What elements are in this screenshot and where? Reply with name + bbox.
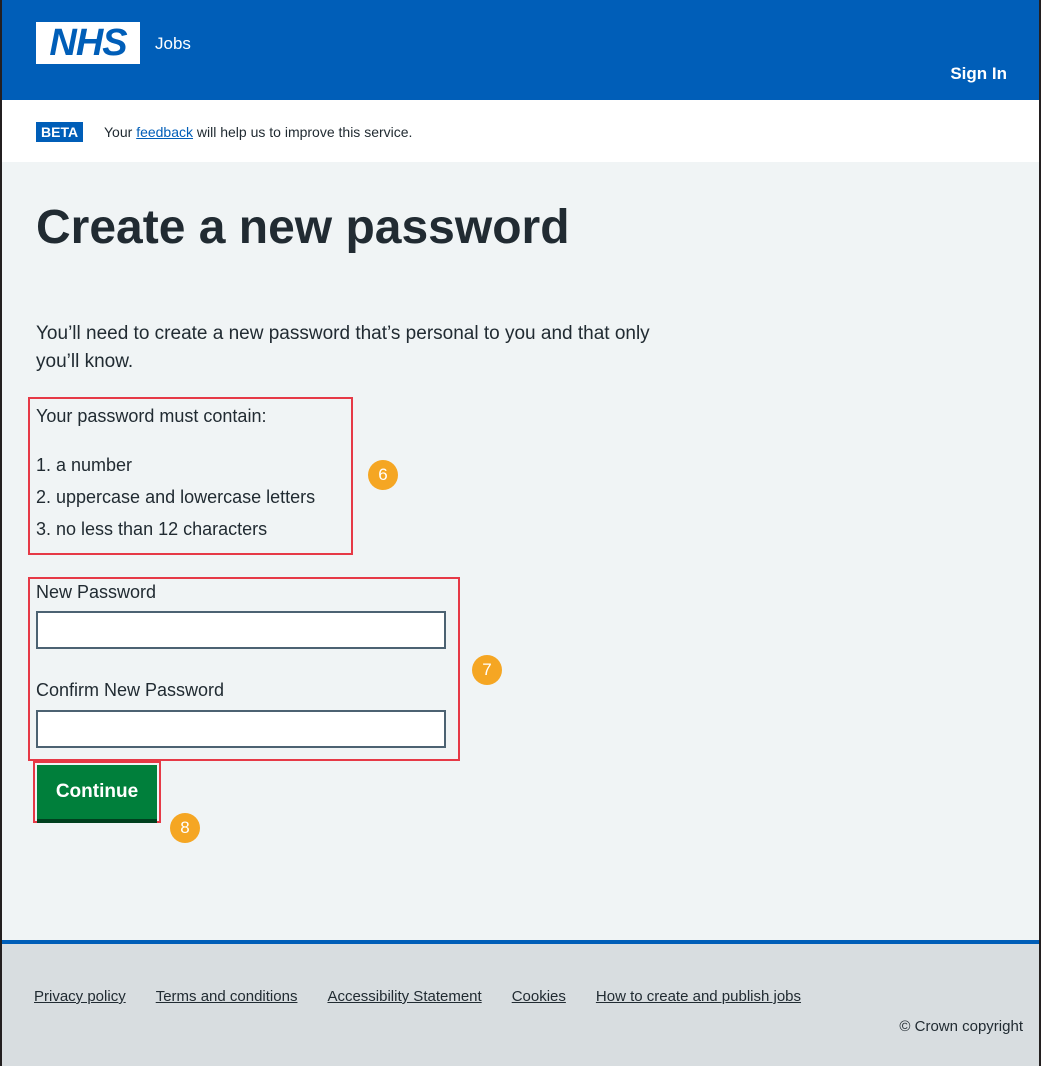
main-content: Create a new password You’ll need to cre… [2, 162, 1039, 940]
accessibility-statement-link[interactable]: Accessibility Statement [327, 988, 481, 1005]
step-badge-7: 7 [472, 655, 502, 685]
step-badge-6: 6 [368, 460, 398, 490]
requirements-list: 1. a number 2. uppercase and lowercase l… [36, 452, 315, 548]
beta-tag: BETA [36, 122, 84, 142]
nhs-logo[interactable]: NHS [36, 22, 140, 64]
new-password-input[interactable] [36, 611, 446, 649]
requirement-item: 1. a number [36, 455, 133, 475]
confirm-password-label: Confirm New Password [36, 680, 225, 700]
privacy-policy-link[interactable]: Privacy policy [34, 988, 126, 1005]
footer-links: Privacy policy Terms and conditions Access… [34, 988, 831, 1005]
continue-button[interactable]: Continue [37, 765, 157, 819]
page-title: Create a new password [36, 201, 570, 254]
copyright-text: © Crown copyright [899, 1018, 1023, 1035]
how-to-publish-jobs-link[interactable]: How to create and publish jobs [596, 988, 801, 1005]
beta-text-before: Your [104, 124, 137, 140]
site-footer: Privacy policy Terms and conditions Access… [2, 940, 1039, 1066]
requirement-item: 3. no less than 12 characters [36, 519, 268, 539]
cookies-link[interactable]: Cookies [512, 988, 566, 1005]
confirm-password-input[interactable] [36, 710, 446, 748]
beta-banner: BETA Your feedback will help us to impro… [2, 100, 1039, 162]
requirements-title: Your password must contain: [36, 406, 267, 426]
service-name[interactable]: Jobs [155, 34, 191, 54]
terms-link[interactable]: Terms and conditions [156, 988, 298, 1005]
beta-text-after: will help us to improve this service. [193, 124, 413, 140]
new-password-label: New Password [36, 582, 157, 602]
site-header: NHS Jobs Sign In [2, 0, 1039, 100]
feedback-link[interactable]: feedback [136, 124, 193, 140]
intro-text: You’ll need to create a new password tha… [36, 323, 650, 372]
sign-in-link[interactable]: Sign In [950, 64, 1007, 84]
requirement-item: 2. uppercase and lowercase letters [36, 487, 316, 507]
step-badge-8: 8 [170, 813, 200, 843]
nhs-logo-text: NHS [49, 22, 127, 64]
beta-banner-text: Your feedback will help us to improve th… [104, 124, 412, 140]
